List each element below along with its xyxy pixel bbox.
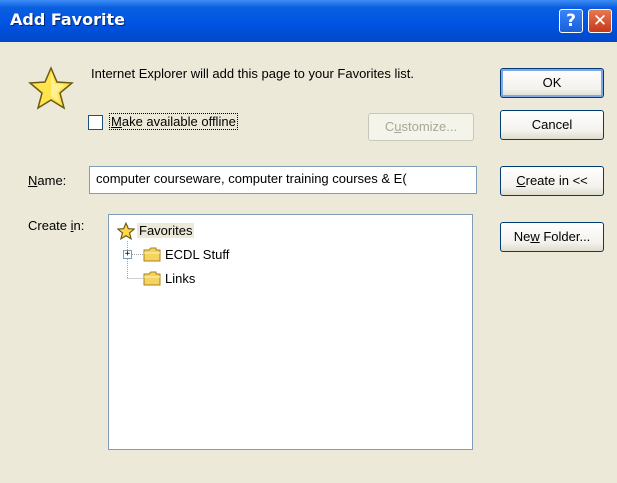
expand-toggle[interactable]: + [123, 250, 132, 259]
close-icon: ✕ [592, 11, 608, 31]
create-in-button[interactable]: Create in << [500, 166, 604, 196]
star-icon [28, 66, 74, 110]
tree-item-label: Links [165, 271, 196, 286]
tree-item-label: Favorites [137, 223, 195, 238]
tree-item-label: ECDL Stuff [165, 247, 230, 262]
info-message: Internet Explorer will add this page to … [91, 66, 414, 81]
window-title: Add Favorite [10, 10, 125, 29]
customize-button[interactable]: Customize... [368, 113, 474, 141]
folder-tree[interactable]: Favorites + ECDL Stuff Links [108, 214, 473, 450]
make-available-offline-checkbox[interactable] [88, 115, 103, 130]
close-button[interactable]: ✕ [588, 9, 612, 33]
help-icon: ? [566, 11, 576, 31]
cancel-button[interactable]: Cancel [500, 110, 604, 140]
name-label: Name: [28, 173, 67, 188]
make-available-offline-label[interactable]: Make available offline [109, 113, 238, 130]
add-favorite-dialog: Add Favorite ? ✕ Internet Explorer will … [0, 0, 617, 483]
ok-button[interactable]: OK [500, 68, 604, 98]
help-button[interactable]: ? [559, 9, 583, 33]
tree-item-favorites[interactable]: Favorites [117, 221, 219, 241]
title-bar[interactable]: Add Favorite ? ✕ [0, 0, 617, 42]
tree-item-ecdl-stuff[interactable]: ECDL Stuff [143, 245, 263, 265]
name-field[interactable]: computer courseware, computer training c… [89, 166, 477, 194]
tree-item-links[interactable]: Links [143, 269, 263, 289]
new-folder-button[interactable]: New Folder... [500, 222, 604, 252]
star-icon [117, 222, 135, 240]
create-in-label: Create in: [28, 218, 85, 233]
folder-icon [143, 271, 161, 286]
folder-icon [143, 247, 161, 262]
